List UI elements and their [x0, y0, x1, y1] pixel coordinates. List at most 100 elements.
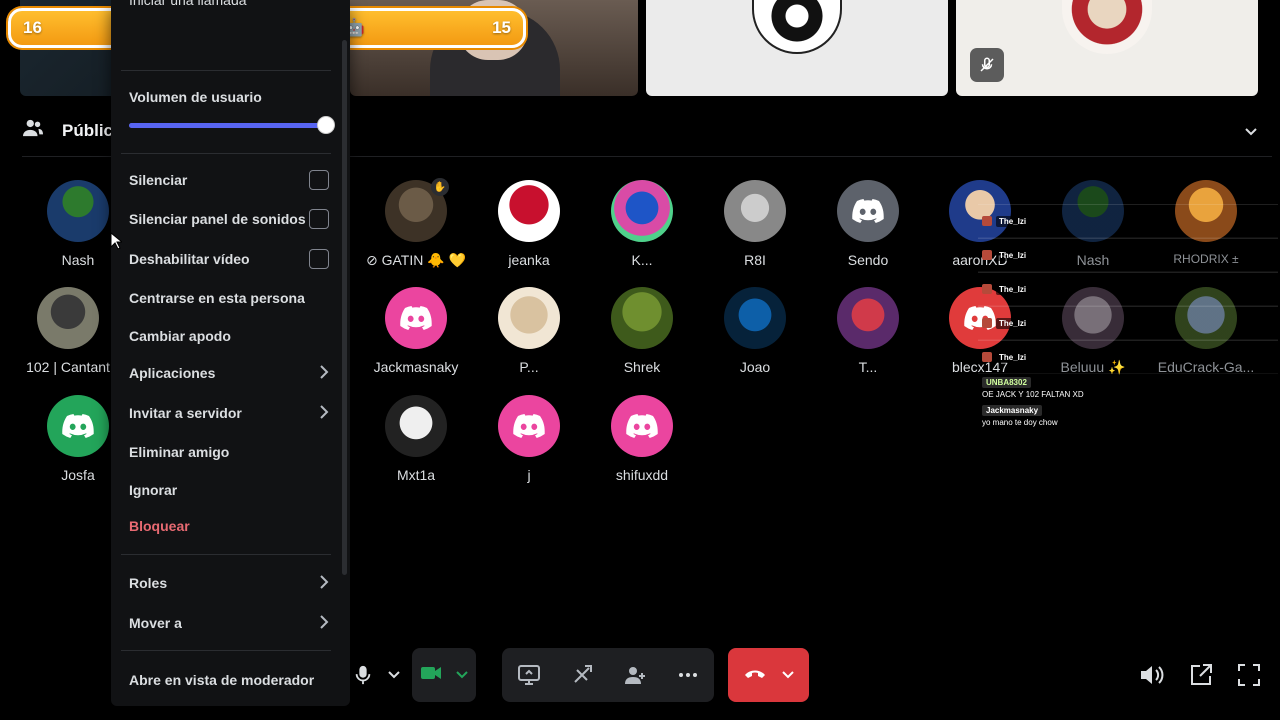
camera-toggle[interactable] [412, 648, 476, 702]
chevron-right-icon [319, 574, 329, 592]
menu-item-label: Invitar a servidor [129, 405, 242, 421]
participant-name: ⊘ GATIN 🐥 💛 [365, 252, 466, 268]
menu-item-label: Eliminar amigo [129, 444, 230, 460]
tile-avatar [1062, 0, 1152, 54]
video-tile-4[interactable] [956, 0, 1258, 96]
chat-row: The_Izi [978, 340, 1278, 374]
volume-slider-thumb[interactable] [317, 116, 335, 134]
participant-name: T... [858, 359, 878, 375]
menu-item-moderador[interactable]: Abre en vista de moderador [119, 663, 339, 697]
checkbox[interactable] [309, 249, 329, 269]
users-icon [22, 118, 44, 143]
menu-item-label: Aplicaciones [129, 365, 216, 381]
participant-name: R8I [744, 252, 766, 268]
chevron-down-icon[interactable] [376, 648, 412, 702]
participant-name: j [527, 467, 531, 483]
menu-item-centrarse[interactable]: Centrarse en esta persona [119, 281, 339, 315]
participant[interactable]: Joao [695, 287, 815, 375]
menu-item-label: Abre en vista de moderador [129, 672, 315, 688]
menu-item-ignorar[interactable]: Ignorar [119, 473, 339, 507]
participant-name: Mxt1a [396, 467, 436, 483]
popout-icon[interactable] [1186, 660, 1216, 690]
menu-separator [121, 70, 331, 71]
screen-share-icon[interactable] [504, 648, 554, 702]
chat-text: OE JACK Y 102 FALTAN XD [982, 390, 1084, 399]
menu-item-deshabilitar-video[interactable]: Deshabilitar vídeo [119, 242, 339, 276]
menu-item-mover[interactable]: Mover a [119, 606, 339, 640]
fullscreen-icon[interactable] [1234, 660, 1264, 690]
menu-item-roles[interactable]: Roles [119, 566, 339, 600]
participant[interactable]: P... [469, 287, 589, 375]
chevron-down-icon[interactable] [782, 666, 794, 684]
participant[interactable]: R8I [695, 180, 815, 268]
participant-name: Joao [739, 359, 771, 375]
participant[interactable]: 102 | Cantant [8, 287, 128, 375]
participant[interactable]: Mxt1a [356, 395, 476, 483]
section-title: Públic [62, 120, 114, 140]
chat-user: The_Izi [996, 249, 1030, 261]
chat-row: The_Izi [978, 238, 1278, 272]
chevron-down-icon[interactable] [1240, 121, 1262, 143]
chevron-right-icon [319, 614, 329, 632]
chat-user: The_Izi [996, 215, 1030, 227]
menu-item-eliminar-amigo[interactable]: Eliminar amigo [119, 435, 339, 469]
menu-separator [121, 554, 331, 555]
menu-item-label: Centrarse en esta persona [129, 290, 305, 306]
add-user-icon[interactable] [610, 648, 660, 702]
menu-separator [121, 153, 331, 154]
menu-scrollbar[interactable] [342, 40, 347, 575]
discord-logo-icon [47, 395, 109, 457]
participant-name: Sendo [847, 252, 889, 268]
participant[interactable]: jeanka [469, 180, 589, 268]
participant[interactable]: Jackmasnaky [356, 287, 476, 375]
menu-item-silenciar-sonidos[interactable]: Silenciar panel de sonidos [119, 202, 339, 236]
participant-name: P... [519, 359, 539, 375]
checkbox[interactable] [309, 209, 329, 229]
discord-logo-icon [385, 287, 447, 349]
chat-row: The_Izi [978, 272, 1278, 306]
chat-message: UNBA8302 OE JACK Y 102 FALTAN XD [978, 374, 1278, 402]
menu-item-label: Silenciar panel de sonidos [129, 211, 306, 227]
participant-name: 102 | Cantant [26, 359, 110, 375]
activity-rocket-icon[interactable] [557, 648, 607, 702]
chat-text: yo mano te doy chow [982, 418, 1058, 427]
action-controls [502, 648, 714, 702]
volume-icon[interactable] [1137, 660, 1167, 690]
avatar [385, 395, 447, 457]
checkbox[interactable] [309, 170, 329, 190]
avatar [611, 180, 673, 242]
chat-user: UNBA8302 [982, 377, 1031, 388]
menu-item-label: Roles [129, 575, 168, 591]
chat-message: Jackmasnaky yo mano te doy chow [978, 402, 1278, 430]
phone-hangup-icon [743, 666, 767, 684]
menu-item-bloquear[interactable]: Bloquear [119, 509, 339, 543]
participant[interactable]: T... [808, 287, 928, 375]
participant-name: shifuxdd [615, 467, 669, 483]
video-tile-3[interactable] [646, 0, 948, 96]
menu-item-cambiar-apodo[interactable]: Cambiar apodo [119, 319, 339, 353]
avatar [611, 287, 673, 349]
menu-item-silenciar[interactable]: Silenciar [119, 163, 339, 197]
chat-overlay: The_Izi The_Izi The_Izi The_Izi The_Izi … [978, 204, 1278, 430]
participant[interactable]: Sendo [808, 180, 928, 268]
participant[interactable]: ✋ ⊘ GATIN 🐥 💛 [356, 178, 476, 269]
more-options-icon[interactable] [663, 648, 713, 702]
menu-item-label: Cambiar apodo [129, 328, 231, 344]
menu-item-label: Bloquear [129, 518, 190, 534]
chevron-down-icon[interactable] [456, 666, 468, 684]
audio-video-controls [350, 648, 490, 702]
participant[interactable]: K... [582, 180, 702, 268]
volume-slider[interactable] [129, 116, 335, 134]
disconnect-button[interactable] [728, 648, 809, 702]
video-camera-icon [420, 665, 442, 686]
microphone-icon[interactable] [350, 648, 376, 702]
participant[interactable]: shifuxdd [582, 395, 702, 483]
menu-item-aplicaciones[interactable]: Aplicaciones [119, 356, 339, 390]
participant[interactable]: j [469, 395, 589, 483]
menu-item-iniciar-llamada[interactable]: Iniciar una llamada [129, 0, 247, 8]
chat-user: The_Izi [996, 351, 1030, 363]
menu-item-invitar[interactable]: Invitar a servidor [119, 396, 339, 430]
avatar [837, 287, 899, 349]
banner-left-number: 16 [23, 18, 42, 37]
participant[interactable]: Shrek [582, 287, 702, 375]
